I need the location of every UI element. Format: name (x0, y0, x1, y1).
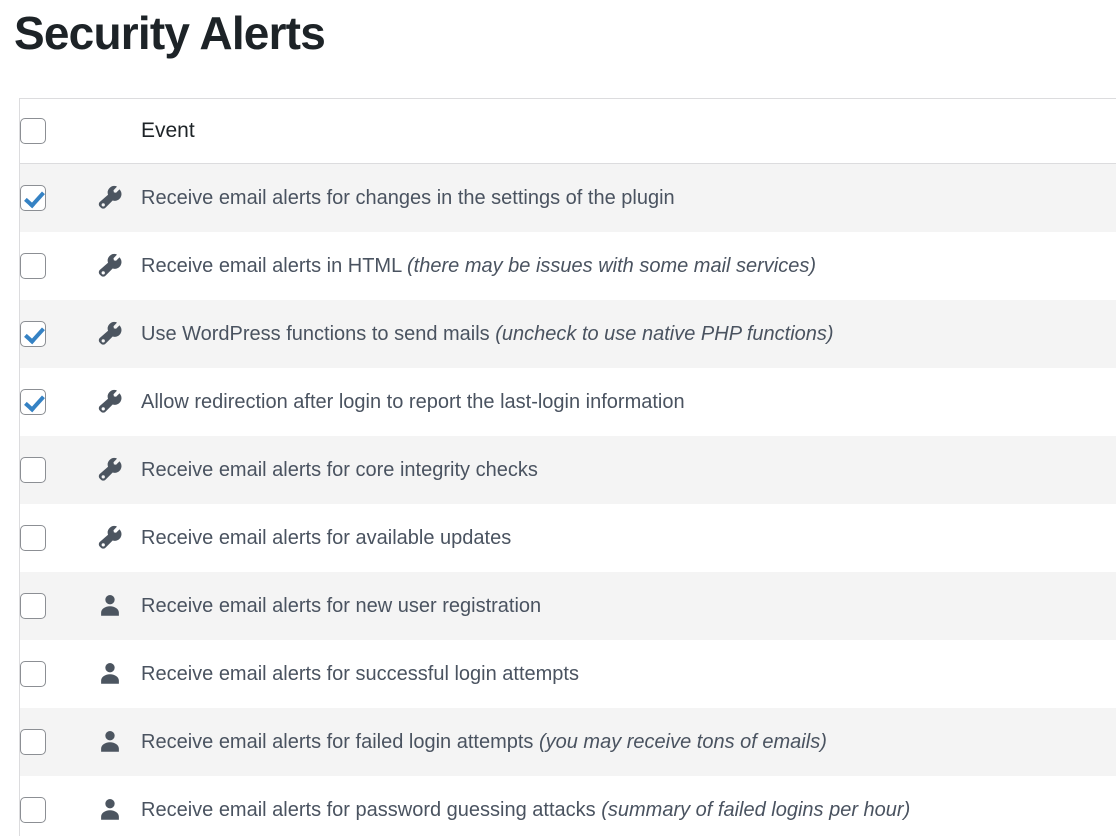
row-label-cell: Receive email alerts for new user regist… (141, 572, 1116, 640)
row-checkbox[interactable] (20, 456, 46, 483)
row-label-cell: Receive email alerts for successful logi… (141, 640, 1116, 708)
row-checkbox-cell (20, 164, 97, 232)
row-label-cell: Allow redirection after login to report … (141, 368, 1116, 436)
wrench-icon (97, 321, 141, 347)
row-checkbox[interactable] (20, 252, 46, 279)
table-row[interactable]: Receive email alerts for core integrity … (20, 435, 1116, 504)
table-row[interactable]: Use WordPress functions to send mails (u… (20, 299, 1116, 368)
row-label-note: (there may be issues with some mail serv… (407, 254, 817, 277)
user-icon (97, 729, 141, 755)
row-checkbox[interactable] (20, 388, 46, 415)
row-checkbox-cell (20, 504, 97, 572)
row-icon-cell (97, 300, 141, 368)
alerts-table: Event Receive email alerts for changes i… (20, 99, 1116, 836)
row-checkbox[interactable] (20, 184, 46, 211)
row-checkbox-cell (20, 436, 97, 504)
row-icon-cell (97, 708, 141, 776)
row-checkbox[interactable] (20, 320, 46, 347)
table-header-row: Event (20, 99, 1116, 164)
table-row[interactable]: Receive email alerts for changes in the … (20, 163, 1116, 232)
row-label[interactable]: Receive email alerts for core integrity … (141, 459, 538, 481)
table-row[interactable]: Receive email alerts for new user regist… (20, 571, 1116, 640)
row-checkbox-cell (20, 708, 97, 776)
row-checkbox[interactable] (20, 592, 46, 619)
row-checkbox[interactable] (20, 524, 46, 551)
row-checkbox[interactable] (20, 728, 46, 755)
row-label-cell: Receive email alerts for core integrity … (141, 436, 1116, 504)
row-checkbox[interactable] (20, 796, 46, 823)
row-icon-cell (97, 504, 141, 572)
row-icon-cell (97, 572, 141, 640)
row-icon-cell (97, 232, 141, 300)
row-checkbox-cell (20, 368, 97, 436)
row-label[interactable]: Receive email alerts for changes in the … (141, 187, 675, 209)
table-row[interactable]: Receive email alerts for successful logi… (20, 639, 1116, 708)
row-icon-cell (97, 640, 141, 708)
alerts-table-body: Receive email alerts for changes in the … (20, 163, 1116, 836)
row-label-cell: Receive email alerts for available updat… (141, 504, 1116, 572)
row-label-note: (summary of failed logins per hour) (601, 798, 911, 821)
row-label-cell: Receive email alerts for password guessi… (141, 776, 1116, 836)
row-icon-cell (97, 164, 141, 232)
row-icon-cell (97, 436, 141, 504)
table-row[interactable]: Receive email alerts for available updat… (20, 503, 1116, 572)
row-label[interactable]: Receive email alerts for password guessi… (141, 799, 596, 821)
row-label[interactable]: Allow redirection after login to report … (141, 391, 685, 413)
table-row[interactable]: Receive email alerts in HTML (there may … (20, 231, 1116, 300)
row-label[interactable]: Receive email alerts for new user regist… (141, 595, 541, 617)
row-checkbox-cell (20, 300, 97, 368)
icon-header-cell (97, 99, 141, 164)
user-icon (97, 661, 141, 687)
alerts-table-container: Event Receive email alerts for changes i… (19, 98, 1116, 836)
row-label[interactable]: Use WordPress functions to send mails (141, 323, 490, 345)
row-label-cell: Receive email alerts for failed login at… (141, 708, 1116, 776)
row-label-note: (you may receive tons of emails) (538, 730, 827, 753)
row-label[interactable]: Receive email alerts for failed login at… (141, 731, 533, 753)
row-label[interactable]: Receive email alerts for successful logi… (141, 663, 579, 685)
user-icon (97, 797, 141, 823)
row-label[interactable]: Receive email alerts in HTML (141, 255, 401, 277)
row-label-cell: Use WordPress functions to send mails (u… (141, 300, 1116, 368)
row-label-note: (uncheck to use native PHP functions) (495, 322, 834, 345)
row-checkbox-cell (20, 572, 97, 640)
row-icon-cell (97, 368, 141, 436)
wrench-icon (97, 525, 141, 551)
row-checkbox-cell (20, 232, 97, 300)
security-alerts-page: Security Alerts Event Receive email aler… (0, 0, 1116, 836)
row-label-cell: Receive email alerts in HTML (there may … (141, 232, 1116, 300)
row-checkbox[interactable] (20, 660, 46, 687)
alerts-table-head: Event (20, 99, 1116, 164)
row-label[interactable]: Receive email alerts for available updat… (141, 527, 511, 549)
row-label-cell: Receive email alerts for changes in the … (141, 164, 1116, 232)
wrench-icon (97, 457, 141, 483)
wrench-icon (97, 185, 141, 211)
table-row[interactable]: Allow redirection after login to report … (20, 367, 1116, 436)
table-row[interactable]: Receive email alerts for password guessi… (20, 775, 1116, 836)
row-icon-cell (97, 776, 141, 836)
select-all-header-cell (20, 99, 97, 164)
column-header-event[interactable]: Event (141, 99, 1116, 164)
select-all-checkbox[interactable] (20, 118, 46, 144)
row-checkbox-cell (20, 640, 97, 708)
wrench-icon (97, 389, 141, 415)
wrench-icon (97, 253, 141, 279)
table-row[interactable]: Receive email alerts for failed login at… (20, 707, 1116, 776)
user-icon (97, 593, 141, 619)
row-checkbox-cell (20, 776, 97, 836)
page-title: Security Alerts (14, 7, 326, 59)
